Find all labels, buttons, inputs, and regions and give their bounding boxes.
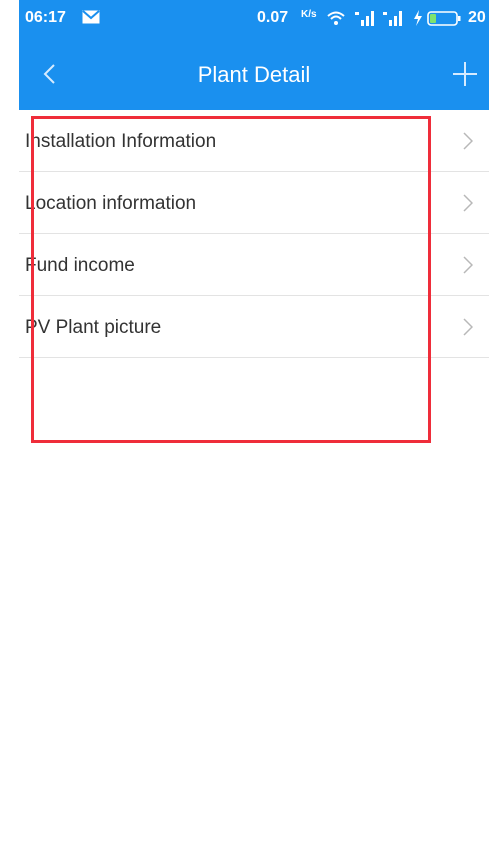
mail-icon: [82, 10, 100, 24]
chevron-right-icon: [463, 256, 473, 274]
chevron-right-icon: [463, 318, 473, 336]
title-bar: Plant Detail: [19, 38, 489, 110]
chevron-right-icon: [463, 132, 473, 150]
left-margin: [0, 0, 19, 852]
page-title: Plant Detail: [197, 62, 311, 87]
charging-icon: [414, 10, 422, 26]
highlight-box: [31, 116, 431, 443]
battery-icon: [427, 11, 461, 26]
wifi-icon: [327, 11, 345, 25]
status-time: 06:17: [25, 9, 66, 26]
signal-icon: [355, 11, 374, 26]
signal-icon: [383, 11, 402, 26]
battery-level: 20: [468, 9, 486, 26]
network-speed: 0.07: [257, 9, 289, 26]
status-bar: 06:17 0.07 K/s 20: [19, 0, 489, 38]
add-button[interactable]: [447, 56, 483, 92]
chevron-right-icon: [463, 194, 473, 212]
network-speed-unit: K/s: [301, 9, 317, 20]
